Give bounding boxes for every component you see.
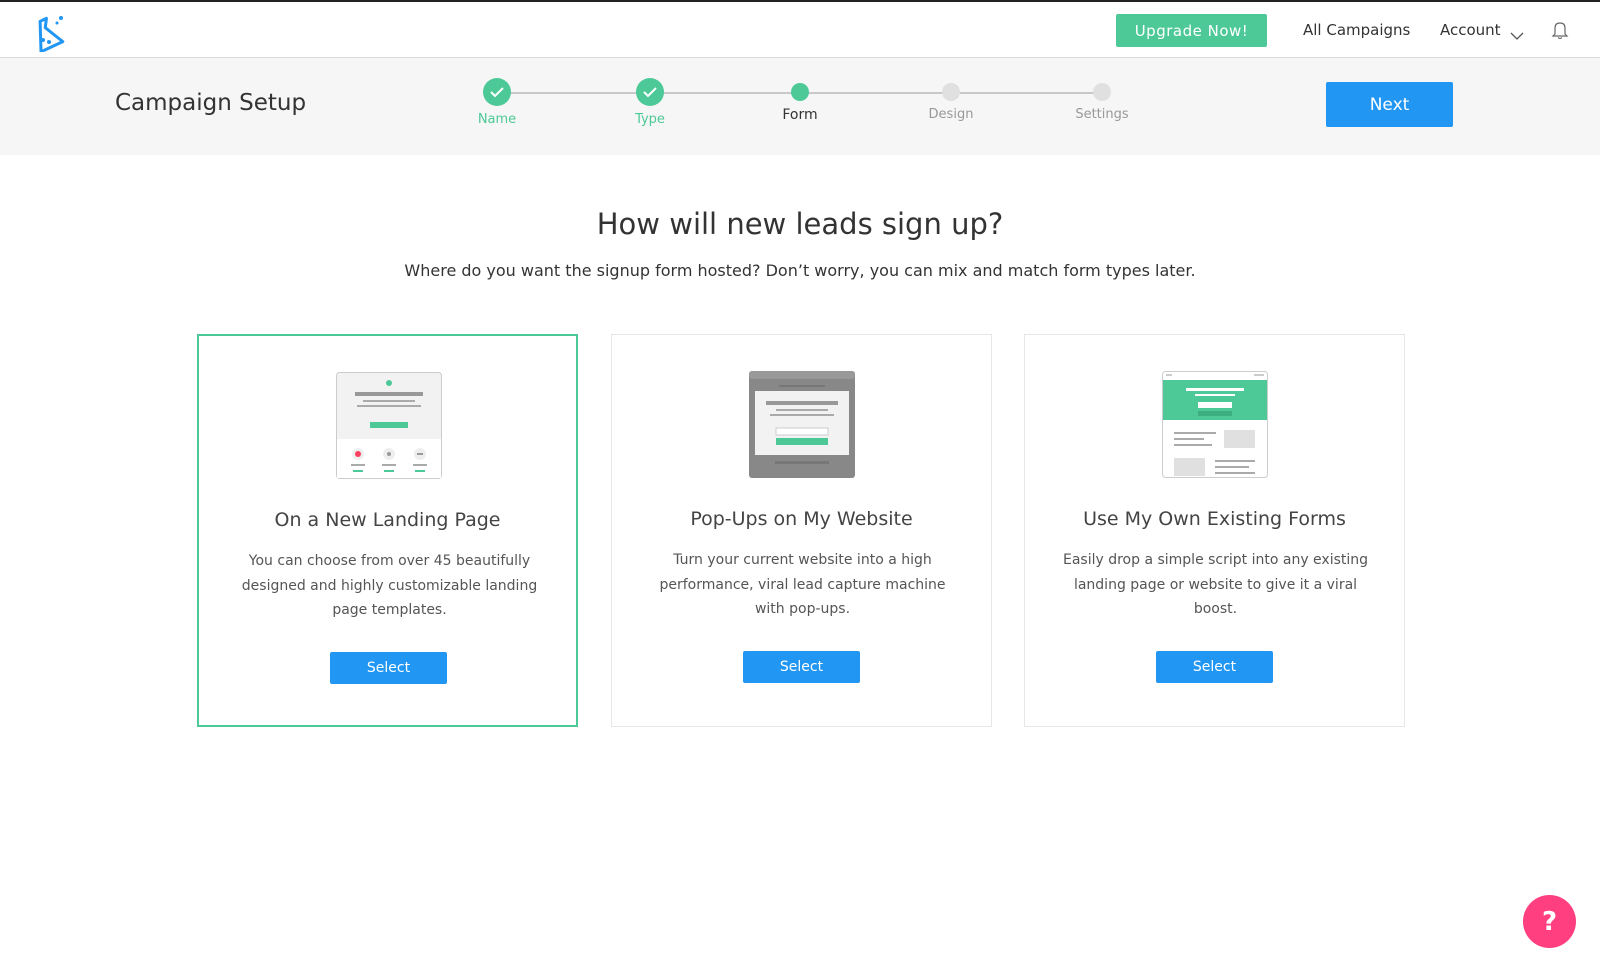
help-button[interactable]: ? <box>1523 895 1576 948</box>
account-menu[interactable]: Account <box>1440 21 1501 39</box>
flask-logo-icon[interactable] <box>28 14 66 54</box>
step-label: Design <box>928 107 974 122</box>
step-settings[interactable]: Settings <box>1042 78 1162 122</box>
chevron-down-icon[interactable] <box>1510 26 1524 40</box>
popup-illustration <box>749 371 855 478</box>
main-subheading: Where do you want the signup form hosted… <box>404 261 1196 280</box>
card-description: Easily drop a simple script into any exi… <box>1062 552 1369 617</box>
card-title: Use My Own Existing Forms <box>1083 508 1346 530</box>
card-title: On a New Landing Page <box>274 509 501 531</box>
bell-icon[interactable] <box>1551 20 1569 40</box>
step-label: Form <box>782 107 818 123</box>
check-icon <box>483 78 511 106</box>
check-icon <box>636 78 664 106</box>
main-heading: How will new leads sign up? <box>596 207 1004 241</box>
select-button[interactable]: Select <box>1156 651 1273 683</box>
existing-forms-illustration <box>1162 371 1268 478</box>
upgrade-now-button[interactable]: Upgrade Now! <box>1116 14 1267 47</box>
step-name[interactable]: Name <box>437 78 557 127</box>
card-description: You can choose from over 45 beautifully … <box>241 553 538 618</box>
step-form[interactable]: Form <box>740 78 860 123</box>
step-dot <box>1093 83 1111 101</box>
select-button[interactable]: Select <box>743 651 860 683</box>
step-label: Settings <box>1075 107 1129 122</box>
all-campaigns-link[interactable]: All Campaigns <box>1303 21 1410 39</box>
top-navbar: Upgrade Now! All Campaigns Account <box>0 0 1600 58</box>
card-title: Pop-Ups on My Website <box>690 508 913 530</box>
next-button[interactable]: Next <box>1326 82 1453 127</box>
step-type[interactable]: Type <box>590 78 710 127</box>
card-existing-forms[interactable]: Use My Own Existing Forms Easily drop a … <box>1024 334 1405 727</box>
select-button[interactable]: Select <box>330 652 447 684</box>
step-dot-active <box>791 83 809 101</box>
step-label: Type <box>635 112 665 127</box>
step-design[interactable]: Design <box>891 78 1011 122</box>
card-landing-page[interactable]: On a New Landing Page You can choose fro… <box>197 334 578 727</box>
campaign-setup-bar: Campaign Setup Name Type Form Design Set… <box>0 58 1600 155</box>
card-popups[interactable]: Pop-Ups on My Website Turn your current … <box>611 334 992 727</box>
card-description: Turn your current website into a high pe… <box>659 552 946 617</box>
landing-page-illustration <box>336 372 442 479</box>
page-title: Campaign Setup <box>115 90 307 116</box>
step-dot <box>942 83 960 101</box>
step-label: Name <box>477 112 517 127</box>
